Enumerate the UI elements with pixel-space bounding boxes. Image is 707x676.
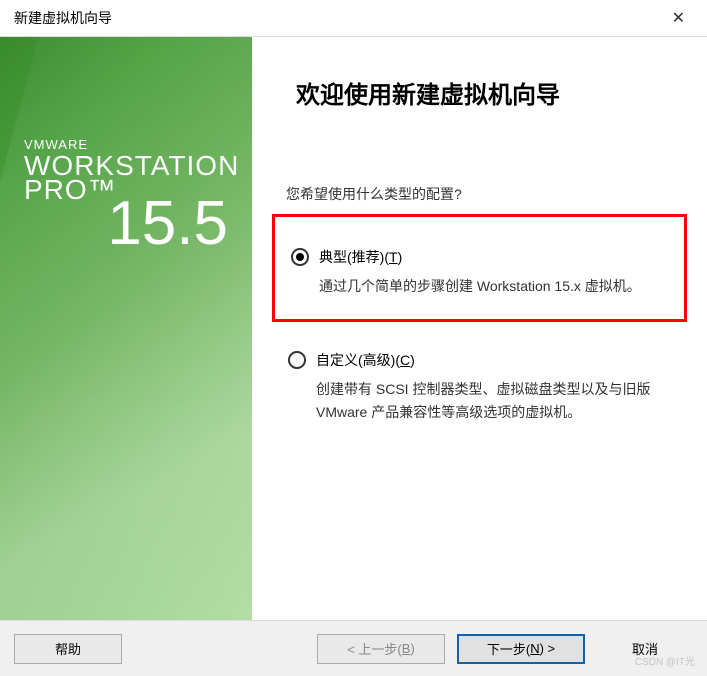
titlebar: 新建虚拟机向导 ✕: [0, 0, 707, 36]
option-custom-desc: 创建带有 SCSI 控制器类型、虚拟磁盘类型以及与旧版 VMware 产品兼容性…: [288, 378, 671, 423]
radio-custom[interactable]: [288, 351, 306, 369]
option-custom[interactable]: 自定义(高级)(C) 创建带有 SCSI 控制器类型、虚拟磁盘类型以及与旧版 V…: [272, 332, 687, 433]
cancel-button[interactable]: 取消: [597, 634, 693, 664]
radio-row-custom: 自定义(高级)(C): [288, 350, 671, 370]
option-typical-label: 典型(推荐)(T): [319, 247, 402, 267]
radio-typical[interactable]: [291, 248, 309, 266]
option-typical-desc: 通过几个简单的步骤创建 Workstation 15.x 虚拟机。: [291, 275, 668, 297]
next-button[interactable]: 下一步(N) >: [457, 634, 585, 664]
close-icon[interactable]: ✕: [664, 6, 693, 30]
radio-row-typical: 典型(推荐)(T): [291, 247, 668, 267]
main-panel: 欢迎使用新建虚拟机向导 您希望使用什么类型的配置? 典型(推荐)(T) 通过几个…: [252, 37, 707, 620]
back-button: < 上一步(B): [317, 634, 445, 664]
page-title: 欢迎使用新建虚拟机向导: [272, 47, 687, 110]
content-area: VMWARE WORKSTATION PRO™ 15.5 欢迎使用新建虚拟机向导…: [0, 36, 707, 620]
help-button[interactable]: 帮助: [14, 634, 122, 664]
option-custom-label: 自定义(高级)(C): [316, 350, 415, 370]
brand-block: VMWARE WORKSTATION PRO™ 15.5: [24, 137, 252, 259]
footer-bar: 帮助 < 上一步(B) 下一步(N) > 取消: [0, 620, 707, 676]
option-typical[interactable]: 典型(推荐)(T) 通过几个简单的步骤创建 Workstation 15.x 虚…: [272, 214, 687, 322]
window-title: 新建虚拟机向导: [14, 8, 112, 28]
sidebar-banner: VMWARE WORKSTATION PRO™ 15.5: [0, 37, 252, 620]
config-prompt: 您希望使用什么类型的配置?: [272, 184, 687, 204]
